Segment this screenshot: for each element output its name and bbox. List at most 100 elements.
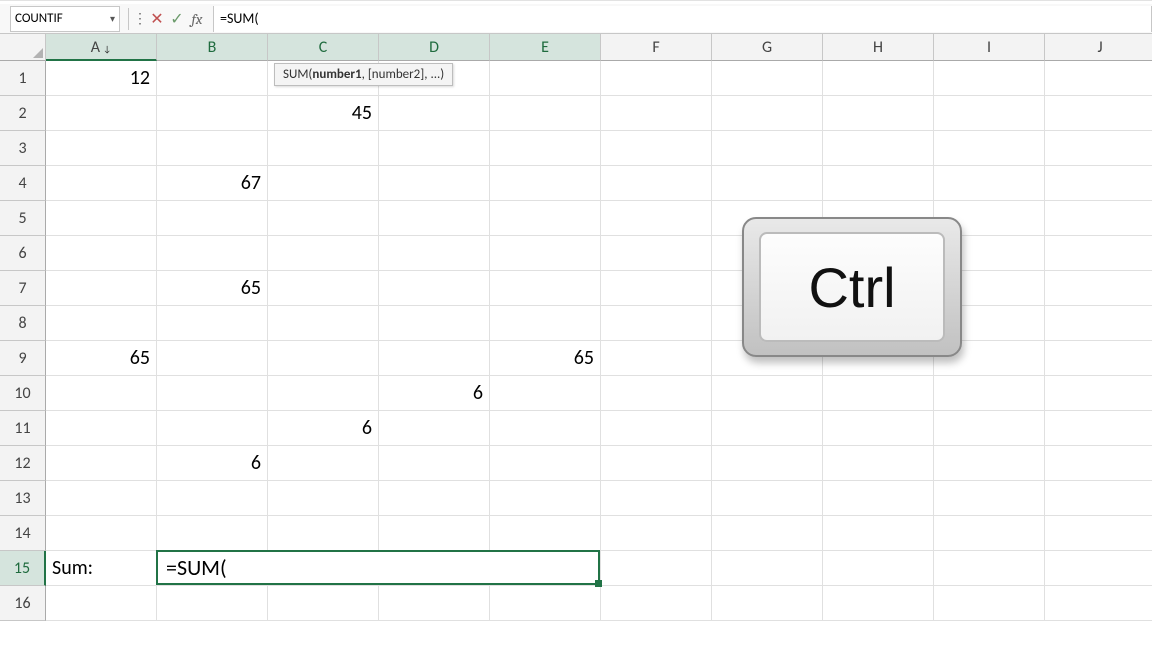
row-header-15[interactable]: 15 (0, 551, 46, 586)
cell-A3[interactable] (46, 131, 157, 166)
cell-C2[interactable]: 45 (268, 96, 379, 131)
cell-D2[interactable] (379, 96, 490, 131)
cell-E1[interactable] (490, 61, 601, 96)
cell-I15[interactable] (934, 551, 1045, 586)
cell-F1[interactable] (601, 61, 712, 96)
cell-H10[interactable] (823, 376, 934, 411)
cell-C7[interactable] (268, 271, 379, 306)
cell-A5[interactable] (46, 201, 157, 236)
cell-D9[interactable] (379, 341, 490, 376)
cell-D12[interactable] (379, 446, 490, 481)
cell-B14[interactable] (157, 516, 268, 551)
cell-F9[interactable] (601, 341, 712, 376)
row-header-6[interactable]: 6 (0, 236, 46, 271)
cell-A6[interactable] (46, 236, 157, 271)
cell-J9[interactable] (1045, 341, 1152, 376)
cell-A9[interactable]: 65 (46, 341, 157, 376)
cell-A15[interactable]: Sum: (46, 551, 157, 586)
cell-D7[interactable] (379, 271, 490, 306)
cell-F8[interactable] (601, 306, 712, 341)
cell-G3[interactable] (712, 131, 823, 166)
cell-A4[interactable] (46, 166, 157, 201)
cell-A1[interactable]: 12 (46, 61, 157, 96)
cell-D13[interactable] (379, 481, 490, 516)
cell-J4[interactable] (1045, 166, 1152, 201)
cell-C9[interactable] (268, 341, 379, 376)
cell-I11[interactable] (934, 411, 1045, 446)
cell-F12[interactable] (601, 446, 712, 481)
cell-J15[interactable] (1045, 551, 1152, 586)
cell-F7[interactable] (601, 271, 712, 306)
cell-A10[interactable] (46, 376, 157, 411)
cell-E2[interactable] (490, 96, 601, 131)
cell-C11[interactable]: 6 (268, 411, 379, 446)
cell-E6[interactable] (490, 236, 601, 271)
cell-E9[interactable]: 65 (490, 341, 601, 376)
cell-D16[interactable] (379, 586, 490, 621)
cell-B1[interactable] (157, 61, 268, 96)
column-header-B[interactable]: B (157, 34, 268, 61)
cell-I14[interactable] (934, 516, 1045, 551)
cell-E12[interactable] (490, 446, 601, 481)
row-header-11[interactable]: 11 (0, 411, 46, 446)
cell-F10[interactable] (601, 376, 712, 411)
cell-E4[interactable] (490, 166, 601, 201)
cell-E16[interactable] (490, 586, 601, 621)
cell-E11[interactable] (490, 411, 601, 446)
row-header-8[interactable]: 8 (0, 306, 46, 341)
cell-B13[interactable] (157, 481, 268, 516)
cell-I16[interactable] (934, 586, 1045, 621)
cell-C16[interactable] (268, 586, 379, 621)
cell-B6[interactable] (157, 236, 268, 271)
cell-J16[interactable] (1045, 586, 1152, 621)
row-header-3[interactable]: 3 (0, 131, 46, 166)
cell-G16[interactable] (712, 586, 823, 621)
cell-E10[interactable] (490, 376, 601, 411)
row-header-5[interactable]: 5 (0, 201, 46, 236)
cell-J6[interactable] (1045, 236, 1152, 271)
row-header-4[interactable]: 4 (0, 166, 46, 201)
cell-I10[interactable] (934, 376, 1045, 411)
cell-A11[interactable] (46, 411, 157, 446)
cell-B7[interactable]: 65 (157, 271, 268, 306)
cell-E3[interactable] (490, 131, 601, 166)
cell-E5[interactable] (490, 201, 601, 236)
cell-E8[interactable] (490, 306, 601, 341)
cell-C13[interactable] (268, 481, 379, 516)
cell-A8[interactable] (46, 306, 157, 341)
cell-A16[interactable] (46, 586, 157, 621)
row-header-13[interactable]: 13 (0, 481, 46, 516)
cell-A2[interactable] (46, 96, 157, 131)
enter-formula-button[interactable]: ✓ (169, 8, 185, 30)
column-header-D[interactable]: D (379, 34, 490, 61)
cell-G4[interactable] (712, 166, 823, 201)
cell-F4[interactable] (601, 166, 712, 201)
cell-J11[interactable] (1045, 411, 1152, 446)
cell-I4[interactable] (934, 166, 1045, 201)
cell-F15[interactable] (601, 551, 712, 586)
cell-H14[interactable] (823, 516, 934, 551)
spreadsheet-grid[interactable]: A↓BCDEFGHIJ11224534675676589656510611612… (0, 34, 1152, 621)
column-header-F[interactable]: F (601, 34, 712, 61)
cell-D3[interactable] (379, 131, 490, 166)
column-header-A[interactable]: A↓ (46, 34, 157, 61)
row-header-12[interactable]: 12 (0, 446, 46, 481)
cell-G10[interactable] (712, 376, 823, 411)
filter-arrow-icon[interactable]: ↓ (103, 44, 111, 55)
cell-G13[interactable] (712, 481, 823, 516)
cell-F6[interactable] (601, 236, 712, 271)
cell-D8[interactable] (379, 306, 490, 341)
cell-G11[interactable] (712, 411, 823, 446)
insert-function-button[interactable]: fx (189, 8, 205, 30)
cell-G15[interactable] (712, 551, 823, 586)
column-header-J[interactable]: J (1045, 34, 1152, 61)
cell-C10[interactable] (268, 376, 379, 411)
cell-D11[interactable] (379, 411, 490, 446)
row-header-14[interactable]: 14 (0, 516, 46, 551)
cell-F2[interactable] (601, 96, 712, 131)
cell-A12[interactable] (46, 446, 157, 481)
column-header-C[interactable]: C (268, 34, 379, 61)
row-header-7[interactable]: 7 (0, 271, 46, 306)
row-header-2[interactable]: 2 (0, 96, 46, 131)
cell-I12[interactable] (934, 446, 1045, 481)
